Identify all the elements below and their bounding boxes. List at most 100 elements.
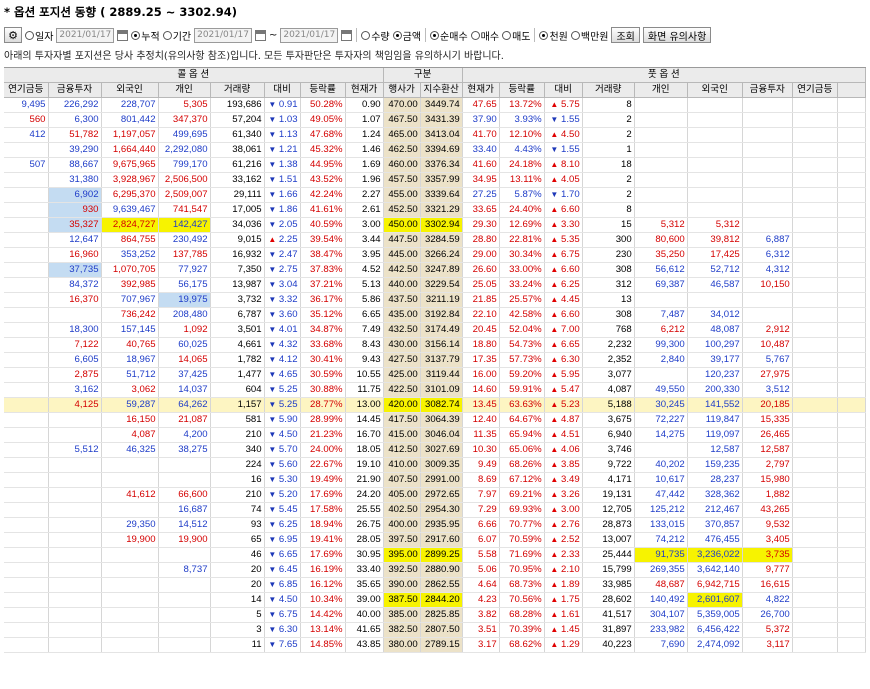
table-cell bbox=[742, 157, 793, 174]
table-row[interactable]: 16,150 21,087 581 ▼ 5.90 28.99% 14.45 417.50 30… bbox=[4, 412, 866, 429]
column-header[interactable]: 금융투자 bbox=[48, 82, 102, 99]
table-row[interactable]: 4,125 59,287 64,262 1,157 ▼ 5.25 28.77% 13.00 4… bbox=[4, 397, 866, 414]
column-header[interactable]: 개인 bbox=[634, 82, 688, 99]
radio-sell[interactable]: 매도 bbox=[502, 28, 530, 43]
table-row[interactable]: 5,512 46,325 38,275 340 ▼ 5.70 24.00% 18.05 412… bbox=[4, 442, 866, 459]
table-row[interactable]: 736,242 208,480 6,787 ▼ 3.60 35.12% 6.65 435.0… bbox=[4, 307, 866, 324]
column-header[interactable]: 연기금등 bbox=[4, 82, 49, 99]
column-header[interactable]: 지수환산 bbox=[420, 82, 463, 99]
table-row[interactable]: 37,735 1,070,705 77,927 7,350 ▼ 2.75 37.83% 4.… bbox=[4, 262, 866, 279]
table-cell bbox=[4, 397, 49, 414]
column-header[interactable]: 연기금등 bbox=[792, 82, 838, 99]
table-row[interactable]: 930 9,639,467 741,547 17,005 ▼ 1.86 41.61% 2.6… bbox=[4, 202, 866, 219]
table-row[interactable]: 31,380 3,928,967 2,506,500 33,162 ▼ 1.51 43.5… bbox=[4, 172, 866, 189]
position-grid[interactable]: 콜 옵 션 구분 풋 옵 션 연기금등 금융투자 외국인 개인 거래량 대비 등락률 현재가 행… bbox=[4, 67, 866, 686]
radio-won[interactable]: 천원 bbox=[539, 28, 568, 43]
radio-buy[interactable]: 매수 bbox=[470, 28, 499, 43]
table-cell: ▲ 8.10 bbox=[544, 157, 583, 174]
column-header[interactable]: 거래량 bbox=[210, 82, 265, 99]
radio-million[interactable]: 백만원 bbox=[570, 28, 608, 43]
table-cell bbox=[792, 472, 838, 489]
table-cell: 14.60 bbox=[462, 382, 500, 399]
table-cell bbox=[792, 172, 838, 189]
table-cell bbox=[4, 457, 49, 474]
table-row[interactable]: 39,290 1,664,440 2,292,080 38,061 ▼ 1.21 45.3… bbox=[4, 142, 866, 159]
table-row[interactable]: 18,300 157,145 1,092 3,501 ▼ 4.01 34.87% 7.49 4… bbox=[4, 322, 866, 339]
radio-day[interactable]: 일자 bbox=[25, 28, 53, 43]
table-row[interactable]: 4,087 4,200 210 ▼ 4.50 21.23% 16.70 415.00 3046… bbox=[4, 427, 866, 444]
table-row[interactable]: 19,900 19,900 65 ▼ 6.95 19.41% 28.05 397.50 291… bbox=[4, 532, 866, 549]
column-header[interactable]: 등락률 bbox=[300, 82, 346, 99]
query-button[interactable]: 조회 bbox=[611, 27, 640, 43]
notes-button[interactable]: 화면 유의사항 bbox=[642, 27, 712, 43]
table-row[interactable]: 11 ▼ 7.65 14.85% 43.85 380.00 2789.15 3.17 68.6… bbox=[4, 637, 866, 654]
column-header[interactable]: 외국인 bbox=[101, 82, 159, 99]
column-header[interactable]: 외국인 bbox=[687, 82, 743, 99]
table-row[interactable]: 12,647 864,755 230,492 9,015 ▲ 2.25 39.54% 3.4… bbox=[4, 232, 866, 249]
table-cell: 17.58% bbox=[300, 502, 346, 519]
calendar-icon[interactable] bbox=[117, 29, 129, 41]
radio-amount[interactable]: 금액 bbox=[392, 28, 421, 43]
table-row[interactable]: 41,612 66,600 210 ▼ 5.20 17.69% 24.20 405.00 29… bbox=[4, 487, 866, 504]
column-header[interactable]: 개인 bbox=[158, 82, 211, 99]
table-row[interactable]: 6,902 6,295,370 2,509,007 29,111 ▼ 1.66 42.24… bbox=[4, 187, 866, 204]
cell-value: 6.60 bbox=[558, 204, 580, 216]
table-row[interactable]: 20 ▼ 6.85 16.12% 35.65 390.00 2862.55 4.64 68.7… bbox=[4, 577, 866, 594]
column-header[interactable]: 대비 bbox=[544, 82, 583, 99]
date-single-field[interactable]: 2021/01/17 bbox=[56, 27, 115, 43]
table-row[interactable]: 3 ▼ 6.30 13.14% 41.65 382.50 2807.50 3.51 70.39… bbox=[4, 622, 866, 639]
table-row[interactable]: 224 ▼ 5.60 22.67% 19.10 410.00 3009.35 9.49 68.… bbox=[4, 457, 866, 474]
column-header[interactable]: 현재가 bbox=[462, 82, 500, 99]
table-cell: ▲ 2.52 bbox=[544, 532, 583, 549]
table-cell bbox=[48, 547, 102, 564]
cell-value: 3.30 bbox=[558, 219, 580, 231]
column-header[interactable]: 금융투자 bbox=[742, 82, 793, 99]
column-header[interactable]: 대비 bbox=[264, 82, 301, 99]
table-row[interactable]: 16,687 74 ▼ 5.45 17.58% 25.55 402.50 2954.30 7.… bbox=[4, 502, 866, 519]
table-row[interactable]: 560 6,300 801,442 347,370 57,204 ▼ 1.03 49.05%… bbox=[4, 112, 866, 129]
table-row[interactable]: 2,875 51,712 37,425 1,477 ▼ 4.65 30.59% 10.55 4… bbox=[4, 367, 866, 384]
table-cell bbox=[742, 112, 793, 129]
table-row[interactable]: 5 ▼ 6.75 14.42% 40.00 385.00 2825.85 3.82 68.28… bbox=[4, 607, 866, 624]
table-row[interactable]: 3,162 3,062 14,037 604 ▼ 5.25 30.88% 11.75 422.… bbox=[4, 382, 866, 399]
radio-period[interactable]: 기간 bbox=[162, 28, 191, 43]
column-header[interactable]: 행사가 bbox=[383, 82, 421, 99]
column-header[interactable]: 등락률 bbox=[499, 82, 545, 99]
column-header[interactable]: 거래량 bbox=[582, 82, 635, 99]
column-header[interactable]: 현재가 bbox=[345, 82, 384, 99]
table-row[interactable]: 16,370 707,967 19,975 3,732 ▼ 3.32 36.17% 5.86… bbox=[4, 292, 866, 309]
spacer-cell bbox=[837, 487, 866, 504]
call-group-header: 콜 옵 션 bbox=[4, 68, 384, 84]
radio-cumulative[interactable]: 누적 bbox=[131, 28, 160, 43]
divider bbox=[356, 28, 358, 42]
table-row[interactable]: 29,350 14,512 93 ▼ 6.25 18.94% 26.75 400.00 293… bbox=[4, 517, 866, 534]
table-cell: 385.00 bbox=[383, 607, 421, 624]
table-row[interactable]: 9,495 226,292 228,707 5,305 193,686 ▼ 0.91 50.… bbox=[4, 97, 866, 114]
radio-netbuy[interactable]: 순매수 bbox=[430, 28, 468, 43]
gear-icon[interactable]: ⚙ bbox=[4, 27, 22, 43]
table-row[interactable]: 16,960 353,252 137,785 16,932 ▼ 2.47 38.47% 3.… bbox=[4, 247, 866, 264]
table-cell: 6,312 bbox=[742, 247, 793, 264]
table-cell: ▼ 4.65 bbox=[264, 367, 301, 384]
radio-qty[interactable]: 수량 bbox=[361, 28, 390, 43]
table-row[interactable]: 84,372 392,985 56,175 13,987 ▼ 3.04 37.21% 5.1… bbox=[4, 277, 866, 294]
table-cell: 41,612 bbox=[101, 487, 159, 504]
spacer-cell bbox=[837, 367, 866, 384]
date-from-field[interactable]: 2021/01/17 bbox=[194, 27, 252, 43]
table-row[interactable]: 412 51,782 1,197,057 499,695 61,340 ▼ 1.13 47.… bbox=[4, 127, 866, 144]
table-row[interactable]: 7,122 40,765 60,025 4,661 ▼ 4.32 33.68% 8.43 43… bbox=[4, 337, 866, 354]
table-row[interactable]: 6,605 18,967 14,065 1,782 ▼ 4.12 30.41% 9.43 42… bbox=[4, 352, 866, 369]
calendar-icon[interactable] bbox=[341, 29, 353, 41]
calendar-icon[interactable] bbox=[254, 29, 266, 41]
table-cell: ▼ 6.65 bbox=[264, 547, 301, 564]
date-to-field[interactable]: 2021/01/17 bbox=[280, 27, 339, 43]
spacer-cell bbox=[837, 352, 866, 369]
table-row[interactable]: 46 ▼ 6.65 17.69% 30.95 395.00 2899.25 5.58 71.6… bbox=[4, 547, 866, 564]
table-row[interactable]: 14 ▼ 4.50 10.34% 39.00 387.50 2844.20 4.23 70.5… bbox=[4, 592, 866, 609]
table-cell: 3229.54 bbox=[420, 277, 463, 294]
table-row[interactable]: 8,737 20 ▼ 6.45 16.19% 33.40 392.50 2880.90 5.0… bbox=[4, 562, 866, 579]
table-row[interactable]: 16 ▼ 5.30 19.49% 21.90 407.50 2991.00 8.69 67.1… bbox=[4, 472, 866, 489]
table-row[interactable]: 507 88,667 9,675,965 799,170 61,216 ▼ 1.38 44.… bbox=[4, 157, 866, 174]
table-cell: 47,442 bbox=[634, 487, 688, 504]
table-row[interactable]: 35,327 2,824,727 142,427 34,036 ▼ 2.05 40.59%… bbox=[4, 217, 866, 234]
